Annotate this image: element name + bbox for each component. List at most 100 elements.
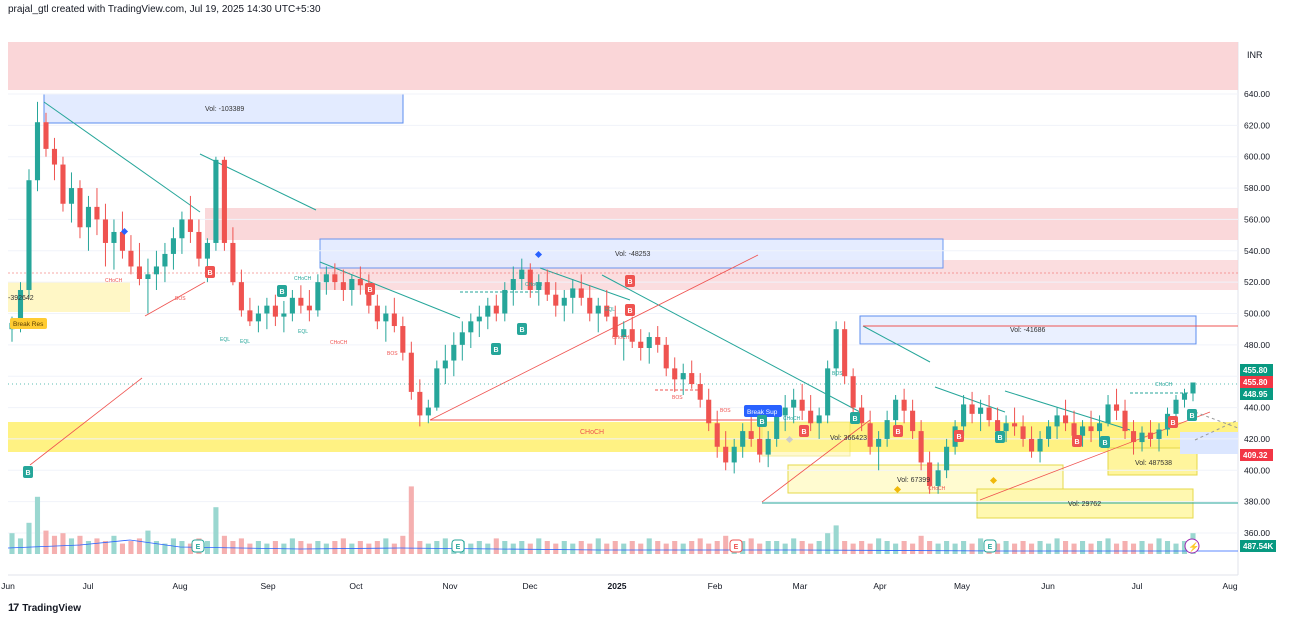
- price-badge-label: 409.32: [1243, 451, 1268, 460]
- volume-bar: [1156, 538, 1162, 554]
- volume-badge-text: 487.54K: [1243, 542, 1273, 551]
- volume-bar: [85, 541, 92, 554]
- signal-letter: B: [627, 308, 632, 315]
- volume-bar: [561, 541, 567, 554]
- time-tick-label: Jun: [1041, 581, 1055, 591]
- candle-body: [476, 316, 482, 322]
- volume-bar: [94, 538, 100, 554]
- volume-bar: [646, 538, 652, 554]
- candle-body: [60, 164, 66, 204]
- choch-label-7: CHoCH: [783, 416, 801, 422]
- candle-body: [884, 420, 890, 439]
- candle-body: [893, 399, 899, 421]
- volume-bar: [638, 543, 644, 554]
- candle-body: [612, 316, 618, 338]
- volume-bar: [536, 538, 542, 554]
- candle-body: [672, 368, 678, 380]
- volume-bar: [884, 541, 890, 554]
- volume-bar: [34, 496, 41, 554]
- price-badge-label: 448.95: [1243, 390, 1268, 399]
- candle-body: [578, 288, 584, 298]
- volume-bar: [213, 507, 219, 554]
- volume-bar: [289, 538, 295, 554]
- candle-body: [408, 352, 414, 392]
- price-tick-label: 500.00: [1244, 309, 1270, 319]
- choch-label-5: CHoCH: [330, 340, 348, 346]
- candle-body: [289, 297, 295, 314]
- volume-bar: [408, 486, 414, 554]
- volume-bar: [1122, 541, 1128, 554]
- volume-bar: [927, 541, 933, 554]
- volume-bar: [1029, 543, 1035, 554]
- time-tick-label: Oct: [349, 581, 363, 591]
- volume-bar: [366, 543, 372, 554]
- volume-bar: [179, 541, 185, 554]
- price-badge-label: 455.80: [1243, 366, 1268, 375]
- price-tick-label: 380.00: [1244, 497, 1270, 507]
- candle-body: [442, 360, 448, 369]
- zone-label-vol-5: Vol: 67399: [897, 477, 930, 484]
- price-tick-label: 600.00: [1244, 152, 1270, 162]
- candle-body: [842, 329, 848, 377]
- volume-bar: [238, 538, 244, 554]
- candle-body: [94, 206, 100, 220]
- price-tick-label: 420.00: [1244, 434, 1270, 444]
- volume-bar: [816, 541, 822, 554]
- volume-bar: [111, 535, 117, 554]
- candle-body: [731, 446, 737, 463]
- volume-bar: [978, 538, 984, 554]
- candle-body: [349, 279, 355, 290]
- price-chart[interactable]: 360.00380.00400.00420.00440.00460.00480.…: [0, 0, 1290, 621]
- price-tick-label: 560.00: [1244, 214, 1270, 224]
- volume-bar: [221, 535, 227, 554]
- volume-bar: [68, 538, 75, 554]
- volume-bar: [961, 541, 967, 554]
- candle-body: [901, 399, 907, 411]
- candle-body: [723, 446, 729, 463]
- volume-bar: [425, 543, 431, 554]
- volume-bar: [621, 543, 627, 554]
- volume-bar: [595, 538, 601, 554]
- break-res-text: Break Res: [13, 321, 44, 328]
- candle-body: [434, 368, 440, 408]
- candle-body: [196, 231, 202, 259]
- candle-body: [961, 404, 967, 427]
- volume-bar: [1105, 538, 1111, 554]
- candle-body: [680, 373, 686, 380]
- candle-body: [1113, 404, 1120, 411]
- candle-body: [179, 219, 185, 239]
- candle-body: [68, 188, 75, 204]
- price-tick-label: 580.00: [1244, 183, 1270, 193]
- candle-body: [357, 279, 363, 286]
- volume-bar: [26, 522, 32, 554]
- volume-bar: [757, 543, 763, 554]
- choch-label-8: CHoCH: [928, 486, 946, 492]
- candle-body: [510, 279, 516, 290]
- volume-bar: [1130, 543, 1137, 554]
- volume-bar: [629, 541, 635, 554]
- candle-body: [468, 321, 474, 333]
- volume-bar: [570, 543, 576, 554]
- candle-body: [1079, 426, 1086, 436]
- candle-body: [136, 266, 142, 280]
- candle-body: [213, 159, 219, 243]
- volume-bar: [9, 533, 15, 554]
- candle-body: [587, 297, 593, 314]
- candle-body: [629, 329, 635, 342]
- volume-bar: [1113, 543, 1120, 554]
- candle-body: [391, 313, 397, 327]
- tradingview-footer: 17 TradingView: [8, 602, 81, 614]
- volume-bar: [128, 541, 134, 554]
- choch-label-9: CHoCH: [1155, 382, 1173, 388]
- candle-body: [51, 148, 58, 165]
- volume-bar: [901, 541, 907, 554]
- time-tick-label: May: [954, 581, 971, 591]
- candle-body: [570, 288, 576, 298]
- signal-letter: B: [207, 270, 212, 277]
- volume-bar: [1071, 543, 1077, 554]
- candle-body: [706, 399, 712, 424]
- volume-bar: [1054, 538, 1060, 554]
- candle-body: [1130, 431, 1137, 443]
- signal-letter: B: [627, 279, 632, 286]
- candle-body: [867, 423, 873, 447]
